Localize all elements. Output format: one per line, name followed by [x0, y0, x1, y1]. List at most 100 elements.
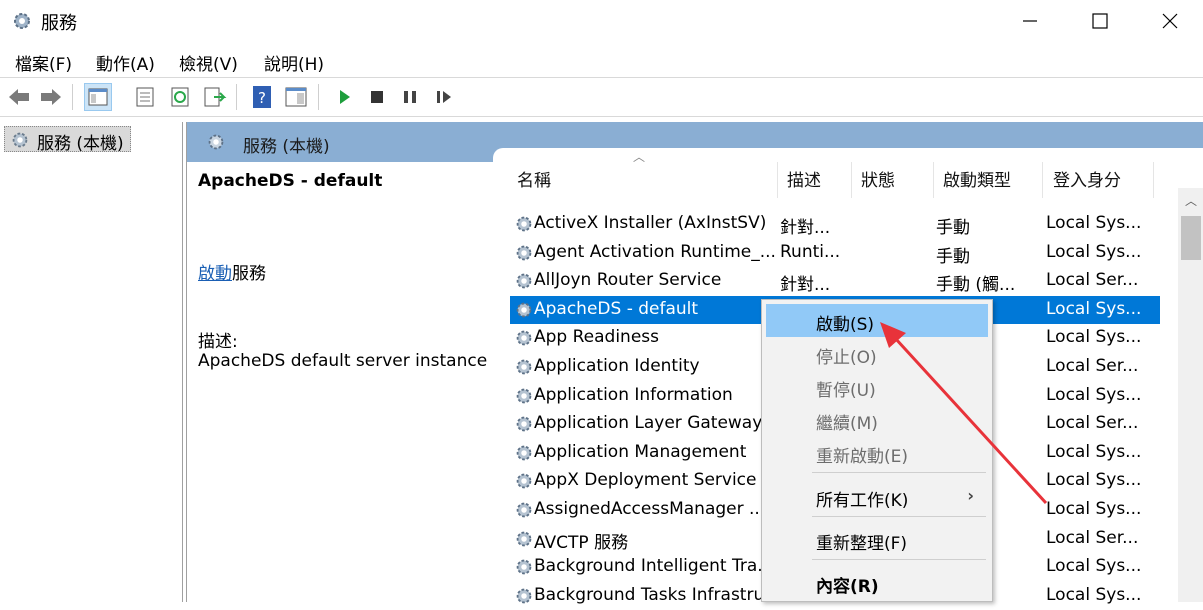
context-menu-label: 重新啟動(E)	[816, 447, 909, 467]
tree-item-services-local[interactable]: 服務 (本機)	[4, 126, 131, 154]
resume-service-button[interactable]	[430, 83, 458, 111]
context-menu-pause[interactable]: 暫停(U)	[766, 370, 988, 403]
column-header-startup-type[interactable]: 啟動類型	[943, 166, 1011, 191]
toolbar-separator	[236, 84, 237, 110]
table-row[interactable]: AllJoyn Router Service 針對... 手動 (觸... Local…	[510, 267, 1160, 295]
context-menu-label: 暫停(U)	[816, 381, 876, 401]
minimize-button[interactable]	[1007, 6, 1053, 36]
show-hide-console-tree-button[interactable]	[84, 83, 112, 111]
pause-service-button[interactable]	[396, 83, 424, 111]
context-menu-restart[interactable]: 重新啟動(E)	[766, 436, 988, 469]
service-gear-icon	[516, 331, 532, 346]
column-header-description[interactable]: 描述	[787, 166, 821, 191]
resume-icon	[437, 91, 451, 103]
context-menu-separator	[812, 472, 986, 473]
export-list-button[interactable]	[131, 83, 159, 111]
column-header-status[interactable]: 狀態	[861, 166, 895, 191]
context-menu-label: 內容(R)	[816, 577, 879, 597]
service-gear-icon	[516, 388, 532, 403]
services-gear-icon	[12, 132, 28, 148]
cell-name: Agent Activation Runtime_...	[534, 241, 776, 262]
title-bar: 服務	[0, 0, 1203, 42]
cell-name: AVCTP 服務	[534, 532, 629, 553]
context-menu-separator	[812, 559, 986, 560]
scroll-up-arrow-icon[interactable]: ︿	[1178, 188, 1203, 214]
column-divider[interactable]	[1042, 162, 1043, 198]
cell-name: Application Information	[534, 384, 733, 405]
forward-button[interactable]	[37, 83, 65, 111]
cell-name: Application Identity	[534, 356, 700, 376]
service-detail-panel: ApacheDS - default 啟動服務 描述: ApacheDS def…	[187, 162, 493, 602]
help-icon: ?	[253, 86, 271, 108]
maximize-button[interactable]	[1077, 6, 1123, 36]
menu-view[interactable]: 檢視(V)	[179, 50, 238, 75]
column-divider[interactable]	[777, 162, 778, 198]
export-icon	[204, 87, 227, 107]
close-button[interactable]	[1147, 6, 1193, 36]
submenu-chevron-icon: ›	[967, 486, 974, 505]
forward-icon	[41, 89, 61, 105]
refresh-button[interactable]	[166, 83, 194, 111]
context-menu-label: 啟動(S)	[816, 315, 875, 335]
export-button[interactable]	[200, 83, 228, 111]
back-icon	[9, 89, 29, 105]
help-button[interactable]: ?	[248, 83, 276, 111]
properties-pane-icon	[285, 87, 307, 107]
svg-text:?: ?	[258, 89, 266, 107]
toolbar: ?	[0, 77, 1203, 117]
start-service-link[interactable]: 啟動	[198, 264, 232, 284]
service-gear-icon	[516, 359, 532, 375]
column-divider[interactable]	[851, 162, 852, 198]
menu-action[interactable]: 動作(A)	[96, 50, 155, 75]
pause-icon	[404, 91, 416, 103]
context-menu: 啟動(S) 停止(O) 暫停(U) 繼續(M) 重新啟動(E) 所有工作(K) ›…	[761, 299, 993, 602]
menu-file[interactable]: 檔案(F)	[15, 50, 72, 75]
service-gear-icon	[516, 502, 532, 518]
cell-logon: Local Ser...	[1046, 413, 1139, 434]
list-icon	[136, 87, 154, 107]
cell-logon: Local Sys...	[1046, 213, 1142, 233]
maximize-icon	[1092, 13, 1108, 29]
column-divider[interactable]	[1153, 162, 1154, 198]
cell-startup: 手動 (觸...	[936, 275, 1016, 296]
cell-name: ActiveX Installer (AxInstSV)	[534, 213, 767, 233]
context-menu-resume[interactable]: 繼續(M)	[766, 403, 988, 436]
context-menu-stop[interactable]: 停止(O)	[766, 337, 988, 370]
cell-logon: Local Ser...	[1046, 356, 1139, 376]
properties-view-button[interactable]	[282, 83, 310, 111]
cell-logon: Local Sys...	[1046, 470, 1142, 491]
stop-service-button[interactable]	[363, 83, 391, 111]
main-pane-title: 服務 (本機)	[243, 137, 330, 157]
context-menu-start[interactable]: 啟動(S)	[766, 304, 988, 337]
service-gear-icon	[516, 588, 532, 604]
context-menu-properties[interactable]: 內容(R)	[766, 566, 988, 599]
service-gear-icon	[516, 531, 532, 546]
start-service-button[interactable]	[330, 83, 358, 111]
menu-help[interactable]: 說明(H)	[264, 50, 324, 75]
vertical-scrollbar[interactable]: ︿	[1178, 188, 1203, 602]
cell-desc: 針對...	[780, 218, 831, 238]
scroll-thumb[interactable]	[1181, 216, 1201, 260]
window-title: 服務	[41, 13, 77, 34]
service-gear-icon	[516, 474, 532, 489]
cell-logon: Local Sys...	[1046, 499, 1142, 519]
column-header-name[interactable]: 名稱	[517, 166, 551, 191]
context-menu-label: 繼續(M)	[816, 414, 878, 434]
cell-logon: Local Sys...	[1046, 441, 1142, 462]
cell-logon: Local Ser...	[1046, 270, 1139, 291]
table-row[interactable]: Agent Activation Runtime_... Runti... 手動 Lo…	[510, 239, 1160, 267]
table-row[interactable]: ActiveX Installer (AxInstSV) 針對... 手動 Local…	[510, 210, 1160, 238]
cell-startup: 手動	[936, 218, 970, 238]
context-menu-refresh[interactable]: 重新整理(F)	[766, 523, 988, 556]
toolbar-separator	[72, 84, 73, 110]
close-icon	[1162, 13, 1178, 29]
cell-name: Application Management	[534, 441, 747, 462]
cell-name: Application Layer Gateway ...	[534, 413, 784, 434]
main-pane: 服務 (本機) ApacheDS - default 啟動服務 描述: Apac…	[186, 122, 1203, 605]
start-suffix: 服務	[232, 264, 266, 284]
back-button[interactable]	[5, 83, 33, 111]
context-menu-all-tasks[interactable]: 所有工作(K) ›	[766, 480, 988, 513]
column-divider[interactable]	[933, 162, 934, 198]
column-header-log-on-as[interactable]: 登入身分	[1053, 166, 1121, 191]
service-gear-icon	[516, 416, 532, 432]
